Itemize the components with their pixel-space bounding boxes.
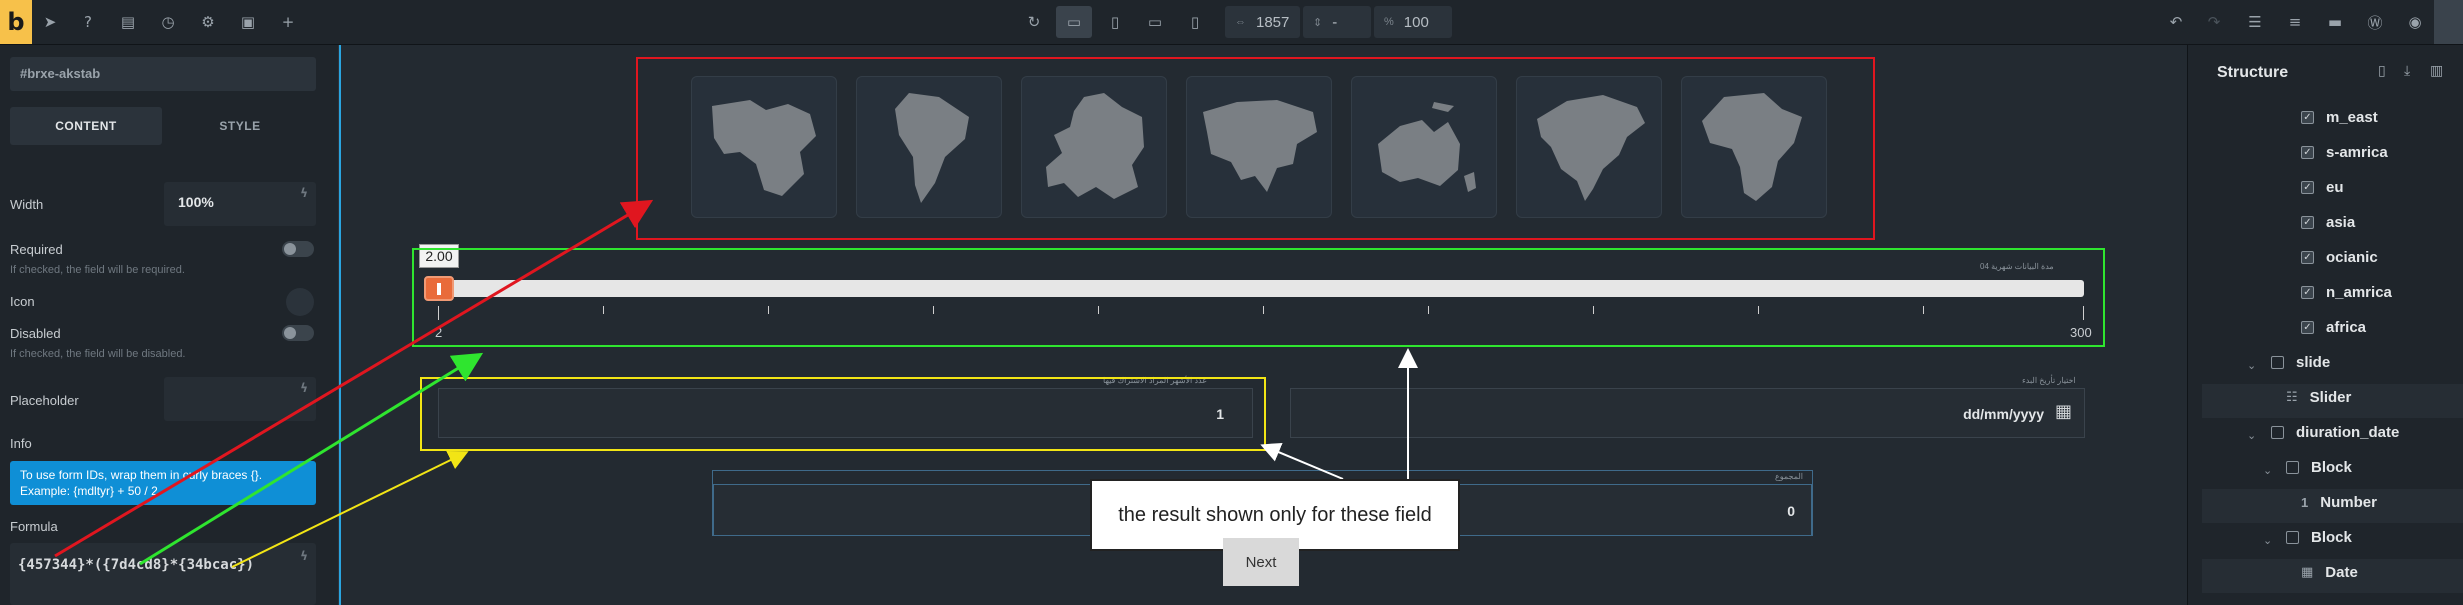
- chevron-down-icon[interactable]: ⌄: [2247, 429, 2256, 442]
- block-icon: [2271, 426, 2284, 439]
- checkbox-icon: ✓: [2301, 146, 2314, 159]
- yellow-arrow: [231, 451, 469, 568]
- structure-title: Structure: [2217, 64, 2289, 81]
- chevron-down-icon[interactable]: ⌄: [2263, 464, 2272, 477]
- slider-icon: ☷: [2286, 390, 2298, 405]
- checkbox-icon: ✓: [2301, 216, 2314, 229]
- next-button[interactable]: Next: [1223, 538, 1299, 586]
- structure-panel: Structure ▯ ⤓ ▥ ✓ m_east ✓ s-amrica ✓ eu…: [2187, 45, 2463, 605]
- structure-item-n-america[interactable]: ✓ n_amrica: [2301, 284, 2392, 301]
- white-arrow-left: [1260, 442, 1344, 480]
- block-icon: [2271, 356, 2284, 369]
- structure-item-duration-date[interactable]: diuration_date: [2271, 424, 2399, 441]
- structure-item-m-east[interactable]: ✓ m_east: [2301, 109, 2378, 126]
- structure-item-block-2[interactable]: Block: [2286, 529, 2352, 546]
- structure-item-s-america[interactable]: ✓ s-amrica: [2301, 144, 2388, 161]
- structure-item-eu[interactable]: ✓ eu: [2301, 179, 2344, 196]
- trash-icon[interactable]: ▥: [2430, 63, 2443, 79]
- checkbox-icon: ✓: [2301, 321, 2314, 334]
- chevron-down-icon[interactable]: ⌄: [2247, 359, 2256, 372]
- structure-item-asia[interactable]: ✓ asia: [2301, 214, 2355, 231]
- chevron-down-icon[interactable]: ⌄: [2263, 534, 2272, 547]
- structure-item-date[interactable]: ▦ Date: [2301, 564, 2358, 581]
- checkbox-icon: ✓: [2301, 181, 2314, 194]
- checkbox-icon: ✓: [2301, 111, 2314, 124]
- structure-item-slide[interactable]: slide: [2271, 354, 2330, 371]
- checkbox-icon: ✓: [2301, 251, 2314, 264]
- structure-item-block-1[interactable]: Block: [2286, 459, 2352, 476]
- structure-item-africa[interactable]: ✓ africa: [2301, 319, 2366, 336]
- structure-item-slider[interactable]: ☷ Slider: [2286, 389, 2351, 406]
- structure-item-ocianic[interactable]: ✓ ocianic: [2301, 249, 2378, 266]
- checkbox-icon: ✓: [2301, 286, 2314, 299]
- block-icon: [2286, 461, 2299, 474]
- number-icon: 1: [2301, 495, 2309, 510]
- download-icon[interactable]: ⤓: [2404, 63, 2410, 79]
- green-arrow: [139, 352, 484, 566]
- copy-icon[interactable]: ▯: [2378, 63, 2386, 79]
- block-icon: [2286, 531, 2299, 544]
- red-arrow: [54, 199, 654, 558]
- structure-item-number[interactable]: 1 Number: [2301, 494, 2377, 511]
- calendar-icon: ▦: [2301, 565, 2314, 580]
